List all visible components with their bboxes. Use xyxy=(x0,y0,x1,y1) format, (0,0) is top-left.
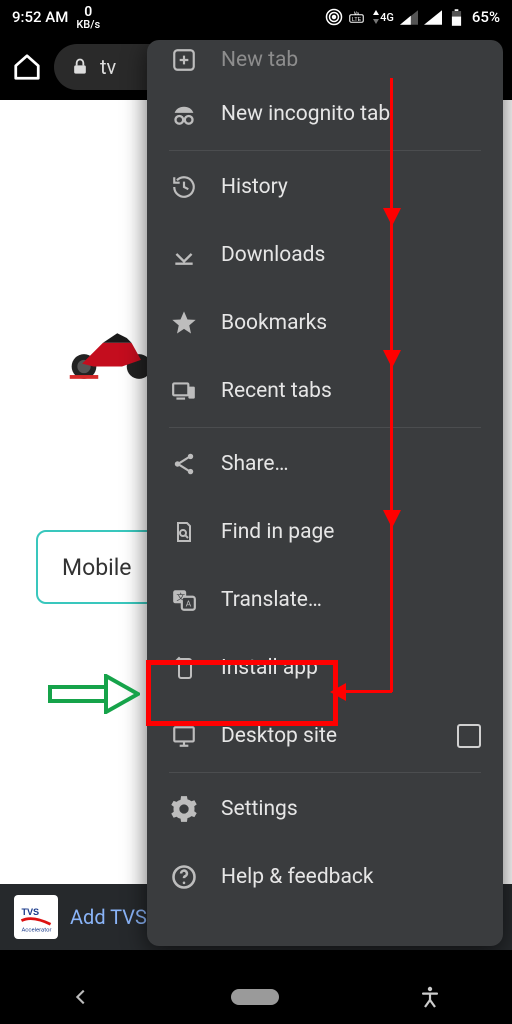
menu-item-label: Recent tabs xyxy=(221,379,332,403)
menu-item-label: Share… xyxy=(221,452,289,476)
volte-icon: LTEVo xyxy=(349,8,367,26)
download-underline-icon xyxy=(169,240,199,270)
category-button-mobile[interactable]: Mobile xyxy=(36,530,158,604)
network-speed: 0 KB/s xyxy=(76,5,100,30)
menu-item-find[interactable]: Find in page xyxy=(147,498,503,566)
star-icon xyxy=(169,308,199,338)
menu-item-label: History xyxy=(221,175,288,199)
svg-text:TVS: TVS xyxy=(21,907,39,917)
menu-item-install[interactable]: Install app xyxy=(147,634,503,702)
signal-1-icon xyxy=(400,8,418,26)
menu-item-new-tab[interactable]: New tab xyxy=(147,40,503,80)
plus-box-icon xyxy=(169,45,199,75)
history-icon xyxy=(169,172,199,202)
svg-text:Vo: Vo xyxy=(354,11,360,17)
product-image xyxy=(65,310,160,385)
back-button[interactable] xyxy=(70,986,92,1008)
menu-item-incognito[interactable]: New incognito tab xyxy=(147,80,503,148)
svg-text:文: 文 xyxy=(176,591,185,603)
menu-item-label: New incognito tab xyxy=(221,102,390,126)
pwa-banner-label: Add TVS xyxy=(70,905,147,929)
menu-item-label: New tab xyxy=(221,48,298,72)
menu-item-label: Settings xyxy=(221,797,298,821)
url-text: tv xyxy=(100,55,116,79)
screen: 9:52 AM 0 KB/s LTEVo 4G xyxy=(0,0,512,1024)
clock: 9:52 AM xyxy=(12,8,68,26)
accessibility-button[interactable] xyxy=(418,985,442,1009)
annotation-red-line xyxy=(338,690,392,693)
menu-item-desktop-site[interactable]: Desktop site xyxy=(147,702,503,770)
menu-item-bookmarks[interactable]: Bookmarks xyxy=(147,289,503,357)
pwa-app-icon: TVS Accelerator xyxy=(14,895,58,939)
help-circle-icon xyxy=(169,862,199,892)
home-icon[interactable] xyxy=(12,52,42,82)
hotspot-icon xyxy=(325,8,343,26)
network-type: 4G xyxy=(373,10,394,24)
menu-item-settings[interactable]: Settings xyxy=(147,775,503,843)
home-gesture-pill[interactable] xyxy=(231,989,279,1005)
monitor-icon xyxy=(169,721,199,751)
menu-item-label: Translate… xyxy=(221,588,322,612)
status-bar: 9:52 AM 0 KB/s LTEVo 4G xyxy=(0,0,512,34)
translate-icon: 文A xyxy=(169,585,199,615)
devices-icon xyxy=(169,376,199,406)
menu-item-share[interactable]: Share… xyxy=(147,430,503,498)
menu-item-label: Find in page xyxy=(221,520,334,544)
menu-item-translate[interactable]: 文A Translate… xyxy=(147,566,503,634)
menu-separator xyxy=(169,772,481,773)
svg-text:A: A xyxy=(186,600,192,610)
battery-icon xyxy=(448,8,466,26)
menu-separator xyxy=(169,427,481,428)
signal-2-icon xyxy=(424,8,442,26)
page-search-icon xyxy=(169,517,199,547)
incognito-icon xyxy=(169,99,199,129)
menu-item-label: Desktop site xyxy=(221,724,337,748)
gear-icon xyxy=(169,794,199,824)
system-nav-bar xyxy=(0,970,512,1024)
desktop-site-checkbox[interactable] xyxy=(457,724,481,748)
menu-item-downloads[interactable]: Downloads xyxy=(147,221,503,289)
overflow-menu: New tab New incognito tab History Downloads… xyxy=(147,40,503,946)
menu-item-help[interactable]: Help & feedback xyxy=(147,843,503,911)
menu-item-label: Install app xyxy=(221,656,318,680)
install-icon xyxy=(169,653,199,683)
menu-item-recent-tabs[interactable]: Recent tabs xyxy=(147,357,503,425)
menu-item-label: Downloads xyxy=(221,243,325,267)
battery-percent: 65% xyxy=(472,8,500,26)
menu-item-label: Help & feedback xyxy=(221,865,374,889)
svg-text:Accelerator: Accelerator xyxy=(21,928,51,934)
menu-item-history[interactable]: History xyxy=(147,153,503,221)
lock-icon xyxy=(70,57,90,77)
annotation-arrowhead-icon xyxy=(330,683,346,701)
menu-separator xyxy=(169,150,481,151)
menu-item-label: Bookmarks xyxy=(221,311,327,335)
share-icon xyxy=(169,449,199,479)
svg-text:LTE: LTE xyxy=(352,17,362,23)
